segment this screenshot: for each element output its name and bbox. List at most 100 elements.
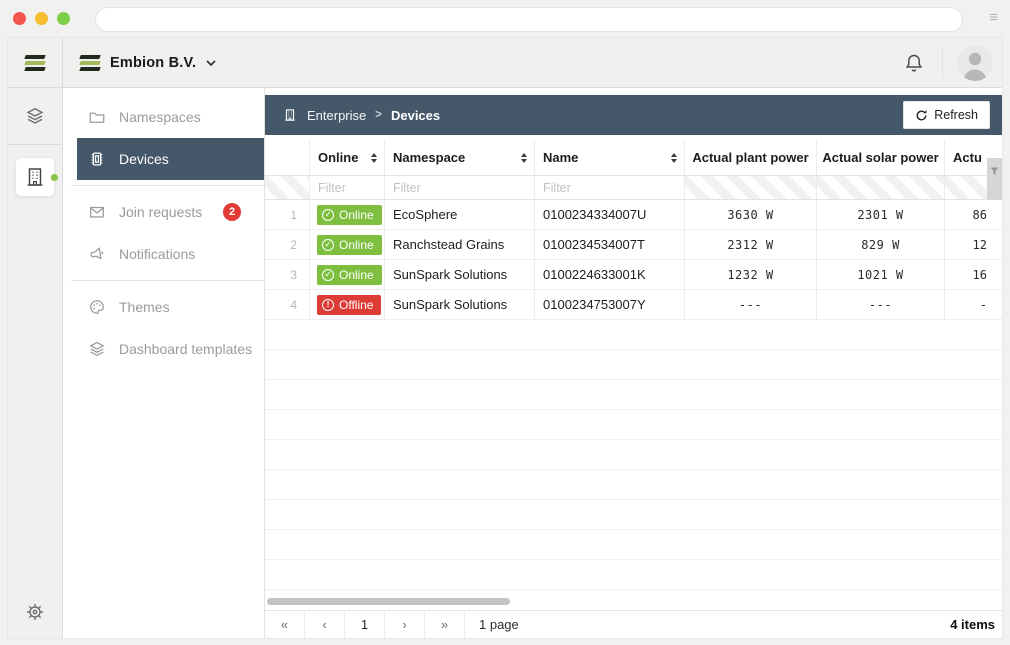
- clipped-power-cell: 12: [945, 230, 987, 259]
- pagination-bar: « ‹ 1 › » 1 page 4 items: [265, 610, 1002, 638]
- sidebar-item-notifications[interactable]: Notifications: [63, 233, 264, 275]
- column-header-namespace[interactable]: Namespace: [385, 140, 535, 175]
- sidebar-item-label: Themes: [119, 299, 170, 315]
- user-avatar[interactable]: [957, 45, 993, 81]
- sort-icon[interactable]: [371, 153, 377, 163]
- status-label: Offline: [339, 298, 373, 312]
- column-filter-menu-button[interactable]: [987, 158, 1002, 200]
- chip-icon: [88, 150, 106, 168]
- megaphone-icon: [88, 245, 106, 263]
- clipped-power-cell: -: [945, 290, 987, 319]
- column-header-actual-solar-power: Actual solar power: [817, 140, 945, 175]
- check-circle-icon: ✓: [322, 269, 334, 281]
- status-label: Online: [339, 268, 374, 282]
- pagination-prev-button[interactable]: ‹: [305, 611, 345, 638]
- status-badge-offline: ! Offline: [317, 295, 381, 315]
- empty-row: [265, 380, 1002, 410]
- browser-titlebar: ≡: [0, 0, 1010, 38]
- palette-icon: [88, 298, 106, 316]
- solar-power-cell: 1021 W: [817, 260, 945, 289]
- table-row[interactable]: 2 ✓ Online Ranchstead Grains 01002345340…: [265, 230, 1002, 260]
- rail-item-namespaces[interactable]: [8, 88, 62, 145]
- column-label: Online: [318, 150, 358, 165]
- sidebar-divider: [71, 280, 264, 281]
- status-badge-online: ✓ Online: [317, 205, 382, 225]
- check-circle-icon: ✓: [322, 239, 334, 251]
- sidebar-item-namespaces[interactable]: Namespaces: [63, 96, 264, 138]
- plant-power-cell: ---: [685, 290, 817, 319]
- breadcrumb-enterprise[interactable]: Enterprise: [307, 108, 366, 123]
- company-switcher[interactable]: Embion B.V.: [80, 38, 216, 87]
- pagination-current-page[interactable]: 1: [345, 611, 385, 638]
- namespace-cell: SunSpark Solutions: [385, 260, 535, 289]
- empty-row: [265, 560, 1002, 590]
- column-label: Namespace: [393, 150, 465, 165]
- empty-row: [265, 320, 1002, 350]
- solar-power-cell: 2301 W: [817, 200, 945, 229]
- status-label: Online: [339, 238, 374, 252]
- sidebar-item-dashboard-templates[interactable]: Dashboard templates: [63, 328, 264, 370]
- sort-icon[interactable]: [671, 153, 677, 163]
- rail-item-enterprise-active[interactable]: [15, 157, 55, 197]
- filter-cell-disabled: [685, 176, 817, 199]
- embion-logo-icon: [25, 53, 45, 73]
- plant-power-cell: 2312 W: [685, 230, 817, 259]
- empty-row: [265, 410, 1002, 440]
- plant-power-cell: 3630 W: [685, 200, 817, 229]
- online-status-cell: ✓ Online: [310, 200, 385, 229]
- horizontal-scrollbar-thumb[interactable]: [267, 598, 510, 605]
- row-number: 1: [265, 200, 310, 229]
- minimize-window-button[interactable]: [35, 12, 48, 25]
- join-requests-count-badge: 2: [223, 203, 241, 221]
- status-label: Online: [339, 208, 374, 222]
- filter-input-online[interactable]: Filter: [310, 176, 385, 199]
- filter-cell-disabled: [817, 176, 945, 199]
- name-cell: 0100234753007Y: [535, 290, 685, 319]
- breadcrumb: Enterprise > Devices Refresh: [265, 95, 1002, 135]
- layers-icon: [25, 106, 45, 126]
- name-cell: 0100234534007T: [535, 230, 685, 259]
- pagination-last-button[interactable]: »: [425, 611, 465, 638]
- row-number: 2: [265, 230, 310, 259]
- person-icon: [957, 45, 993, 81]
- clipped-power-cell: 86: [945, 200, 987, 229]
- embion-logo-icon: [80, 53, 100, 73]
- plant-power-cell: 1232 W: [685, 260, 817, 289]
- column-header-online[interactable]: Online: [310, 140, 385, 175]
- folder-icon: [88, 108, 106, 126]
- filter-input-namespace[interactable]: Filter: [385, 176, 535, 199]
- sidebar-item-label: Dashboard templates: [119, 341, 252, 357]
- sidebar-item-label: Namespaces: [119, 109, 201, 125]
- exclamation-circle-icon: !: [322, 299, 334, 311]
- app-logo-rail[interactable]: [8, 38, 63, 87]
- notifications-bell-button[interactable]: [903, 52, 925, 74]
- breadcrumb-separator-icon: >: [375, 109, 382, 121]
- empty-row: [265, 440, 1002, 470]
- filter-input-name[interactable]: Filter: [535, 176, 685, 199]
- sidebar-item-devices[interactable]: Devices: [77, 138, 264, 180]
- table-row[interactable]: 4 ! Offline SunSpark Solutions 010023475…: [265, 290, 1002, 320]
- row-number: 3: [265, 260, 310, 289]
- browser-menu-icon[interactable]: ≡: [989, 10, 998, 25]
- layers-icon: [88, 340, 106, 358]
- online-status-cell: ✓ Online: [310, 230, 385, 259]
- empty-row: [265, 530, 1002, 560]
- table-row[interactable]: 1 ✓ Online EcoSphere 0100234334007U 3630…: [265, 200, 1002, 230]
- column-label: Actual solar power: [822, 150, 938, 165]
- url-bar[interactable]: [95, 7, 963, 32]
- row-number-header: [265, 140, 310, 175]
- table-filter-row: Filter Filter Filter: [265, 176, 1002, 200]
- sidebar-item-join-requests[interactable]: Join requests 2: [63, 191, 264, 233]
- table-row[interactable]: 3 ✓ Online SunSpark Solutions 0100224633…: [265, 260, 1002, 290]
- column-header-name[interactable]: Name: [535, 140, 685, 175]
- pagination-first-button[interactable]: «: [265, 611, 305, 638]
- name-cell: 0100224633001K: [535, 260, 685, 289]
- zoom-window-button[interactable]: [57, 12, 70, 25]
- close-window-button[interactable]: [13, 12, 26, 25]
- settings-button[interactable]: [8, 602, 62, 622]
- pagination-next-button[interactable]: ›: [385, 611, 425, 638]
- empty-row: [265, 350, 1002, 380]
- sidebar-item-themes[interactable]: Themes: [63, 286, 264, 328]
- refresh-button[interactable]: Refresh: [903, 101, 990, 129]
- sort-icon[interactable]: [521, 153, 527, 163]
